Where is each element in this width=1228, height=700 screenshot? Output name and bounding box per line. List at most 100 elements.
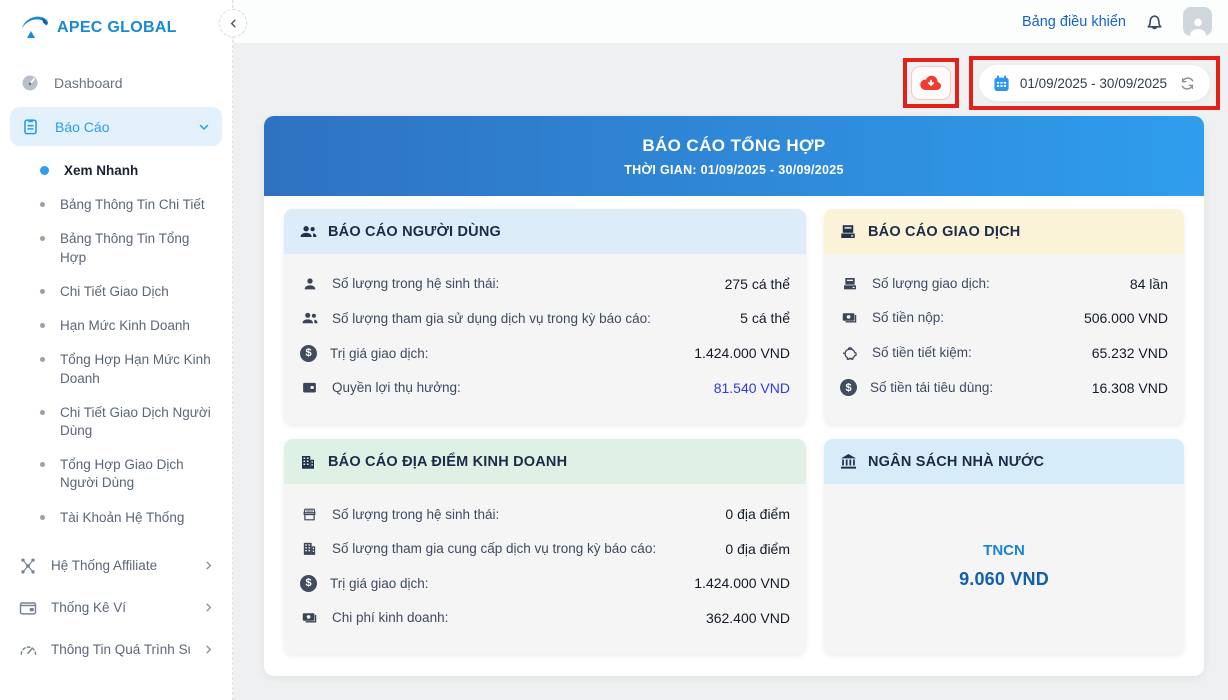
sidebar-item-label: Dashboard [54,75,123,91]
card-body: Số lượng giao dịch: 84 lần Số tiền nộp: … [824,254,1184,424]
report-grid: BÁO CÁO NGƯỜI DÙNG Số lượng trong hệ sin… [264,196,1204,654]
bullet-dot-icon [40,202,45,208]
piggy-bank-icon [840,344,859,362]
dollar-circle-icon: $ [300,574,317,592]
bullet-dot-icon [40,236,45,242]
bullet-dot-icon [40,357,45,363]
card-title: NGÂN SÁCH NHÀ NƯỚC [868,453,1045,470]
sidebar-item-tong-hop-han-muc-kinh-doanh[interactable]: Tổng Hợp Hạn Mức Kinh Doanh [0,343,232,395]
stat-row: Số lượng tham gia cung cấp dịch vụ trong… [300,540,790,557]
sidebar-item-han-muc-kinh-doanh[interactable]: Hạn Mức Kinh Doanh [0,309,232,343]
wallet-icon [18,598,38,618]
card-header: BÁO CÁO GIAO DỊCH [824,209,1184,254]
tncn-label: TNCN [983,542,1025,559]
date-range-picker[interactable]: 01/09/2025 - 30/09/2025 [978,65,1210,101]
sidebar-sub-list: Xem Nhanh Bảng Thông Tin Chi Tiết Bảng T… [0,154,232,535]
card-bao-cao-dia-diem-kinh-doanh: BÁO CÁO ĐỊA ĐIỂM KINH DOANH Số lượng tro… [284,439,806,654]
sidebar-nav: Dashboard Báo Cáo Xem Nhanh Bảng Thông T… [0,63,232,671]
bullet-dot-icon [40,288,45,294]
card-body: Số lượng trong hệ sinh thái: 0 địa điểm … [284,484,806,654]
sidebar: APEC GLOBAL Dashboard Báo Cáo Xem Nhanh [0,0,233,700]
bullet-dot-icon [40,462,45,468]
card-body: Số lượng trong hệ sinh thái: 275 cá thể … [284,254,806,424]
gauge-icon [20,73,40,93]
clipboard-icon [21,117,41,136]
dollar-circle-icon: $ [840,379,857,397]
sidebar-item-tong-hop-giao-dich-nguoi-dung[interactable]: Tổng Hợp Giao Dịch Người Dùng [0,448,232,500]
annotation-box-daterange: 01/09/2025 - 30/09/2025 [968,56,1220,110]
report-summary-card: BÁO CÁO TỔNG HỢP THỜI GIAN: 01/09/2025 -… [264,116,1204,676]
sidebar-item-dashboard[interactable]: Dashboard [0,63,232,103]
bullet-dot-icon [40,323,45,329]
sidebar-item-chi-tiet-giao-dich[interactable]: Chi Tiết Giao Dịch [0,275,232,309]
report-controls: 01/09/2025 - 30/09/2025 [234,56,1220,110]
dollar-circle-icon: $ [300,344,317,362]
speedometer-icon [18,640,38,660]
sidebar-group-list: Hệ Thống Affiliate Thống Kê Ví Thông Tin [0,545,232,671]
notification-bell-icon[interactable] [1143,10,1166,33]
card-ngan-sach-nha-nuoc: NGÂN SÁCH NHÀ NƯỚC TNCN 9.060 VND [824,439,1184,654]
network-icon [18,556,38,576]
banknote-icon [840,309,859,326]
chevron-down-icon [198,121,210,133]
stat-row: $ Trị giá giao dịch: 1.424.000 VND [300,574,790,592]
wallet-card-icon [300,379,319,396]
stat-row: $ Trị giá giao dịch: 1.424.000 VND [300,344,790,362]
stat-row: Số lượng tham gia sử dụng dịch vụ trong … [300,309,790,327]
stat-row: Số tiền tiết kiệm: 65.232 VND [840,344,1168,362]
user-avatar[interactable] [1183,7,1212,36]
sidebar-item-label: Báo Cáo [55,118,110,135]
banknote-icon [300,609,319,626]
dashboard-link[interactable]: Bảng điều khiển [1022,14,1126,30]
active-dot-icon [40,166,49,175]
main-content: 01/09/2025 - 30/09/2025 BÁO CÁO TỔNG HỢP… [234,43,1228,700]
sidebar-item-bang-thong-tin-chi-tiet[interactable]: Bảng Thông Tin Chi Tiết [0,188,232,222]
chevron-left-icon [228,18,239,29]
topbar: Bảng điều khiển [234,0,1228,43]
stat-row: Quyền lợi thụ hưởng: 81.540 VND [300,379,790,396]
refresh-icon[interactable] [1178,74,1197,93]
person-icon [300,276,319,292]
brand-swoosh-icon [20,13,52,39]
card-bao-cao-nguoi-dung: BÁO CÁO NGƯỜI DÙNG Số lượng trong hệ sin… [284,209,806,424]
people-icon [300,309,319,327]
bullet-dot-icon [40,409,45,415]
cloud-download-icon [919,73,943,93]
receipt-icon [839,223,858,241]
download-report-button[interactable] [910,66,951,100]
sidebar-item-chi-tiet-giao-dich-nguoi-dung[interactable]: Chi Tiết Giao Dịch Người Dùng [0,396,232,448]
card-body: TNCN 9.060 VND [824,484,1184,654]
storefront-icon [300,506,319,523]
card-title: BÁO CÁO ĐỊA ĐIỂM KINH DOANH [328,453,568,470]
stat-row: Số lượng trong hệ sinh thái: 0 địa điểm [300,506,790,523]
sidebar-item-bao-cao[interactable]: Báo Cáo [10,107,222,146]
building-icon [300,540,319,557]
sidebar-item-xem-nhanh[interactable]: Xem Nhanh [0,154,232,188]
building-icon [299,453,318,471]
date-range-value: 01/09/2025 - 30/09/2025 [1019,75,1167,91]
card-bao-cao-giao-dich: BÁO CÁO GIAO DỊCH Số lượng giao dịch: 84… [824,209,1184,424]
brand-name: APEC GLOBAL [57,19,177,36]
stat-row: Số tiền nộp: 506.000 VND [840,309,1168,326]
sidebar-collapse-button[interactable] [219,9,247,37]
bullet-dot-icon [40,514,45,520]
stat-row: Số lượng trong hệ sinh thái: 275 cá thể [300,276,790,292]
report-banner: BÁO CÁO TỔNG HỢP THỜI GIAN: 01/09/2025 -… [264,116,1204,196]
tncn-value: 9.060 VND [959,569,1049,589]
sidebar-item-bang-thong-tin-tong-hop[interactable]: Bảng Thông Tin Tổng Hợp [0,222,232,274]
card-header: NGÂN SÁCH NHÀ NƯỚC [824,439,1184,484]
sidebar-item-he-thong-affiliate[interactable]: Hệ Thống Affiliate [0,545,232,587]
stat-row: $ Số tiền tái tiêu dùng: 16.308 VND [840,379,1168,397]
calendar-icon [992,74,1011,93]
card-title: BÁO CÁO NGƯỜI DÙNG [328,223,501,240]
brand-logo[interactable]: APEC GLOBAL [0,0,232,39]
people-icon [299,222,318,241]
chevron-right-icon [203,560,214,571]
sidebar-item-thong-tin-qua-trinh-su[interactable]: Thông Tin Quá Trình Sử [0,629,232,671]
report-title: BÁO CÁO TỔNG HỢP [642,135,826,155]
sidebar-item-tai-khoan-he-thong[interactable]: Tài Khoản Hệ Thống [0,501,232,535]
bank-icon [839,452,858,471]
annotation-box-download [902,58,959,108]
chevron-right-icon [203,644,214,655]
sidebar-item-thong-ke-vi[interactable]: Thống Kê Ví [0,587,232,629]
